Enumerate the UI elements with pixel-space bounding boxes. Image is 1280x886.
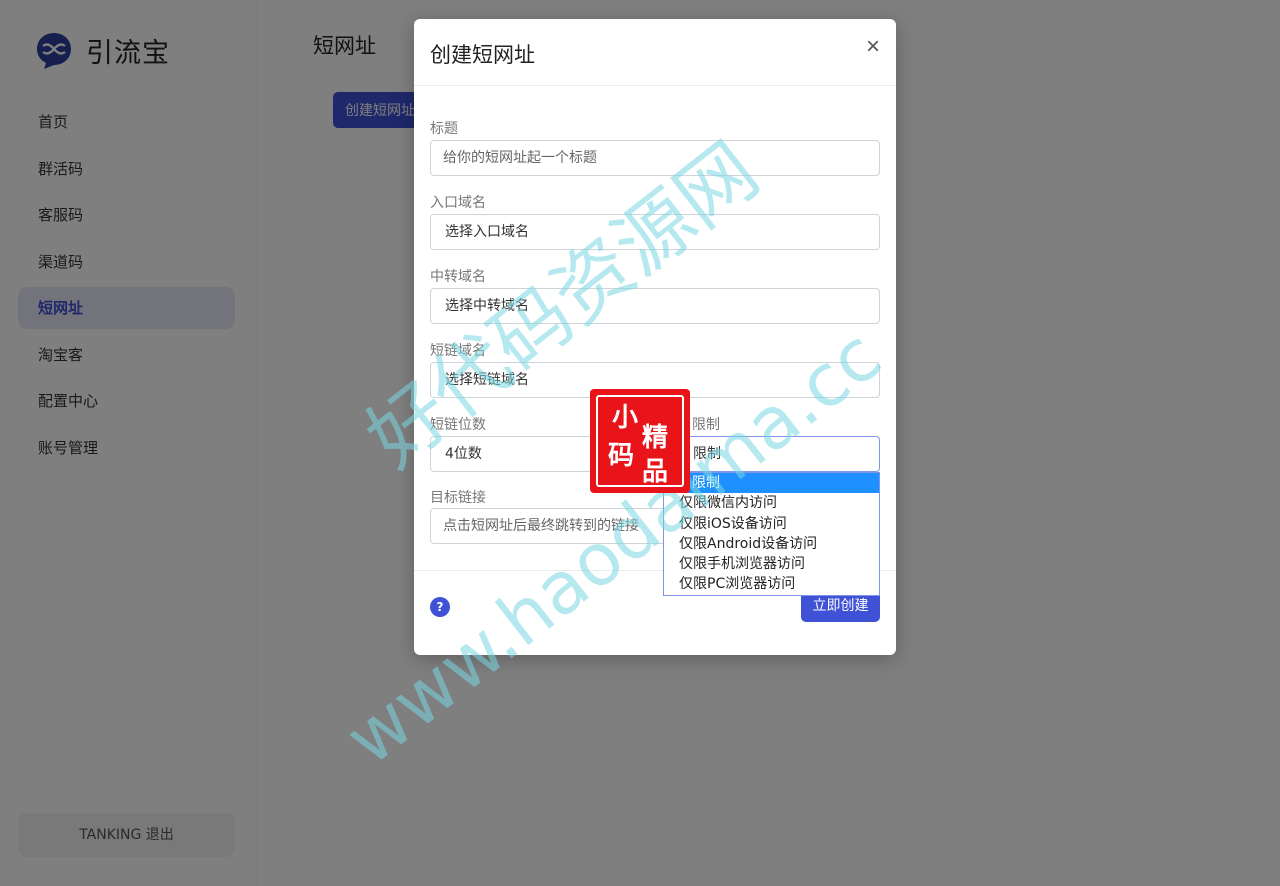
modal-header: 创建短网址 × — [414, 19, 896, 86]
entry-domain-select[interactable]: 选择入口域名 — [430, 214, 880, 250]
restrict-select[interactable]: 限制 — [664, 436, 880, 472]
target-url-label: 目标链接 — [430, 490, 486, 506]
entry-domain-label: 入口域名 — [430, 195, 486, 211]
transfer-domain-label: 中转域名 — [430, 269, 486, 285]
seal-char-3: 码 — [608, 441, 635, 471]
short-domain-label: 短链域名 — [430, 343, 486, 359]
dropdown-option-mobile-browser-only[interactable]: 仅限手机浏览器访问 — [664, 554, 879, 574]
title-input[interactable] — [430, 140, 880, 176]
dropdown-option-ios-only[interactable]: 仅限iOS设备访问 — [664, 514, 879, 534]
seal-char-2: 精 — [642, 423, 669, 453]
seal-char-1: 小 — [612, 403, 639, 433]
digits-label: 短链位数 — [430, 417, 486, 433]
restrict-label: 限制 — [692, 417, 720, 433]
dropdown-option-no-limit[interactable]: 限制 — [664, 473, 879, 494]
seal-char-4: 品 — [642, 457, 669, 487]
help-icon[interactable]: ? — [430, 597, 450, 617]
title-label: 标题 — [430, 121, 458, 137]
create-short-url-modal: 创建短网址 × 标题 入口域名 选择入口域名 中转域名 选择中转域名 短链域名 … — [414, 19, 896, 655]
watermark-seal: 小 精 码 品 — [590, 389, 690, 493]
dropdown-option-pc-browser-only[interactable]: 仅限PC浏览器访问 — [664, 574, 879, 594]
dropdown-option-wechat-only[interactable]: 仅限微信内访问 — [664, 493, 879, 513]
restrict-dropdown-list: 限制 仅限微信内访问 仅限iOS设备访问 仅限Android设备访问 仅限手机浏… — [663, 472, 880, 596]
dropdown-option-android-only[interactable]: 仅限Android设备访问 — [664, 534, 879, 554]
transfer-domain-select[interactable]: 选择中转域名 — [430, 288, 880, 324]
close-icon[interactable]: × — [866, 35, 880, 59]
modal-title: 创建短网址 — [430, 43, 535, 67]
